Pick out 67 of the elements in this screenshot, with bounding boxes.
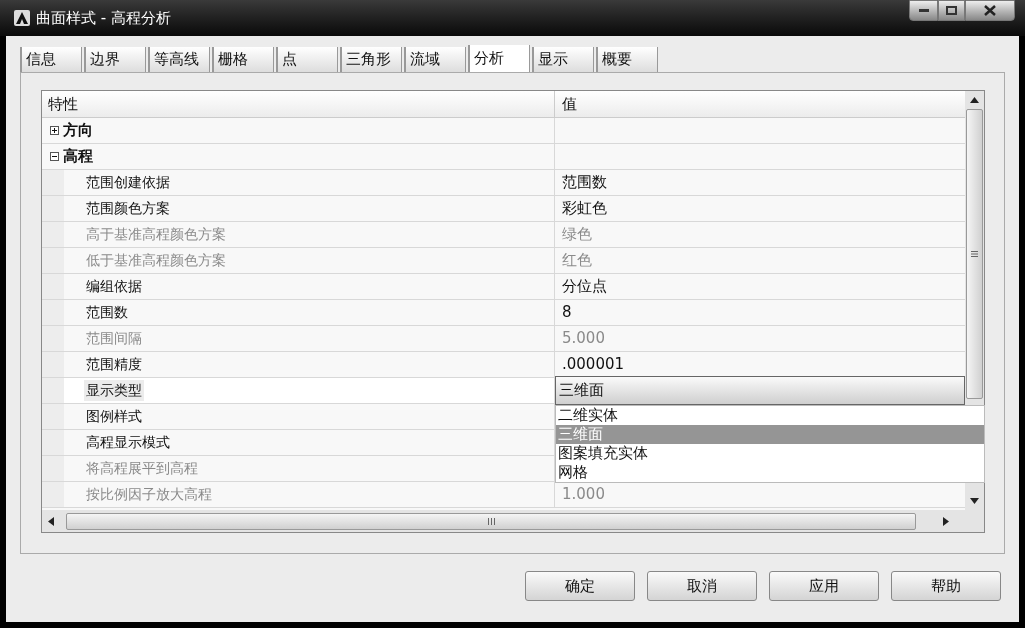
property-name: 范围创建依据 xyxy=(85,173,171,192)
property-value: .000001 xyxy=(562,354,625,376)
scroll-right-icon[interactable] xyxy=(943,516,949,526)
property-value: 红色 xyxy=(562,250,592,272)
property-name: 高程显示模式 xyxy=(85,433,171,452)
tab[interactable]: 概要 xyxy=(596,47,658,72)
collapse-icon[interactable] xyxy=(50,152,59,161)
maximize-button[interactable] xyxy=(938,0,965,21)
expand-icon[interactable] xyxy=(50,126,59,135)
tab[interactable]: 边界 xyxy=(84,47,146,72)
column-header: 特性 xyxy=(48,93,78,115)
scroll-down-icon[interactable] xyxy=(970,498,979,504)
property-name: 图例样式 xyxy=(85,407,143,426)
app-logo-icon xyxy=(14,10,30,26)
category-name: 高程 xyxy=(63,146,93,168)
grid-row[interactable]: 范围精度 .000001 xyxy=(42,352,965,378)
tab[interactable]: 点 xyxy=(276,47,338,72)
property-value: 分位点 xyxy=(562,276,607,298)
tab[interactable]: 信息 xyxy=(20,47,82,72)
window-title: 曲面样式 - 高程分析 xyxy=(36,7,171,29)
grip-icon xyxy=(487,517,495,525)
tab[interactable]: 栅格 xyxy=(212,47,274,72)
property-name: 按比例因子放大高程 xyxy=(85,485,213,504)
horizontal-scrollbar[interactable] xyxy=(42,510,984,532)
property-value: 8 xyxy=(562,302,572,324)
category-row[interactable]: 高程 xyxy=(42,144,965,170)
dialog-button[interactable]: 取消 xyxy=(647,571,757,601)
category-row[interactable]: 方向 xyxy=(42,118,965,144)
property-name: 编组依据 xyxy=(85,277,143,296)
property-name: 范围精度 xyxy=(85,355,143,374)
property-name: 范围颜色方案 xyxy=(85,199,171,218)
property-value: 彩虹色 xyxy=(562,198,607,220)
tab[interactable]: 显示 xyxy=(532,47,594,72)
grid-row[interactable]: 编组依据 分位点 xyxy=(42,274,965,300)
grid-row[interactable]: 范围创建依据 范围数 xyxy=(42,170,965,196)
dialog-button[interactable]: 应用 xyxy=(769,571,879,601)
dialog-button[interactable]: 确定 xyxy=(525,571,635,601)
close-button[interactable] xyxy=(965,0,1015,21)
scroll-thumb[interactable] xyxy=(66,512,916,530)
property-value: 范围数 xyxy=(562,172,607,194)
tab[interactable]: 三角形 xyxy=(340,47,402,72)
property-name: 范围数 xyxy=(85,303,129,322)
minimize-button[interactable] xyxy=(909,0,938,21)
tab[interactable]: 分析 xyxy=(468,45,530,72)
close-icon xyxy=(984,5,996,16)
property-name: 将高程展平到高程 xyxy=(85,459,199,478)
scroll-up-icon[interactable] xyxy=(970,97,979,103)
combo-box[interactable]: 三维面 xyxy=(555,376,965,405)
maximize-icon xyxy=(946,6,957,15)
property-value: 5.000 xyxy=(562,328,605,350)
property-value: 绿色 xyxy=(562,224,592,246)
scroll-left-icon[interactable] xyxy=(48,516,54,526)
property-value: 1.000 xyxy=(562,484,605,506)
grid-row[interactable]: 范围数 8 xyxy=(42,300,965,326)
scroll-thumb[interactable] xyxy=(966,109,983,399)
property-name: 范围间隔 xyxy=(85,329,143,348)
column-header: 值 xyxy=(562,93,577,115)
dialog-button[interactable]: 帮助 xyxy=(891,571,1001,601)
minimize-icon xyxy=(918,8,929,13)
tab[interactable]: 等高线 xyxy=(148,47,210,72)
category-name: 方向 xyxy=(63,120,93,142)
property-name: 低于基准高程颜色方案 xyxy=(85,251,227,270)
grip-icon xyxy=(971,251,978,257)
property-name: 高于基准高程颜色方案 xyxy=(85,225,227,244)
tab[interactable]: 流域 xyxy=(404,47,466,72)
grid-row[interactable]: 范围颜色方案 彩虹色 xyxy=(42,196,965,222)
property-name: 显示类型 xyxy=(84,380,144,401)
